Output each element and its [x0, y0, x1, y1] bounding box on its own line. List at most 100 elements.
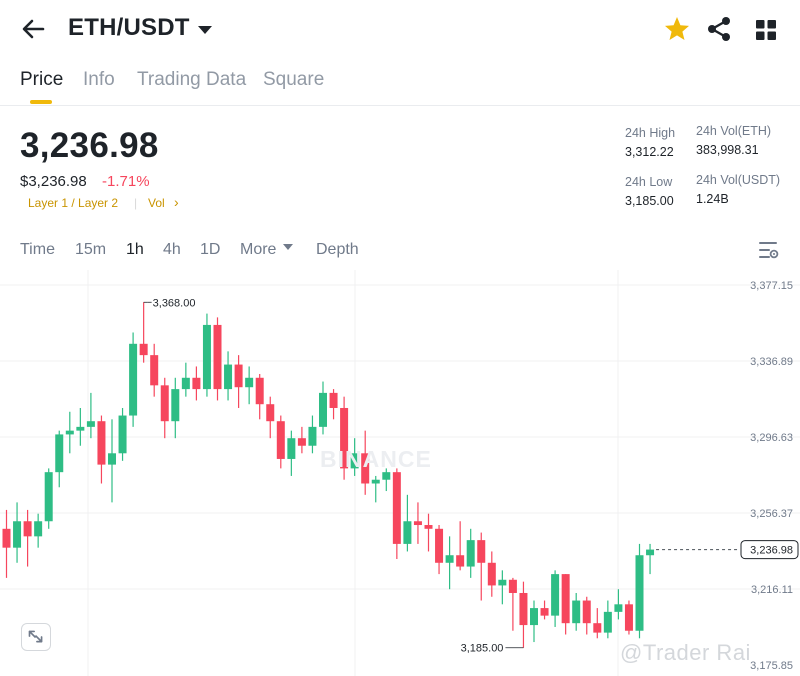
candle-body — [603, 611, 612, 633]
vol-usdt-value: 1.24B — [696, 192, 729, 206]
y-tick-label: 3,256.37 — [750, 508, 793, 520]
grid-menu-icon[interactable] — [753, 17, 779, 43]
top-bar: ETH/USDT — [0, 0, 800, 62]
interval-15m[interactable]: 15m — [75, 241, 106, 259]
candle-body — [65, 430, 74, 435]
candle-body — [498, 579, 507, 586]
interval-1d[interactable]: 1D — [200, 241, 220, 259]
interval-1h[interactable]: 1h — [126, 241, 144, 259]
candle-body — [593, 623, 602, 633]
chevron-right-icon[interactable]: › — [174, 194, 179, 210]
candle-body — [266, 404, 275, 422]
candle-body — [213, 324, 222, 390]
expand-icon — [28, 630, 43, 643]
candle-body — [34, 521, 43, 537]
candle-body — [392, 472, 401, 544]
price-change: -1.71% — [102, 173, 150, 190]
candlestick-chart[interactable]: 3,377.15 3,336.89 3,296.63 3,256.37 3,216.11… — [0, 270, 800, 676]
chart-settings-icon[interactable] — [756, 239, 780, 261]
candle-body — [646, 549, 655, 556]
candle-body — [171, 389, 180, 422]
candle-body — [2, 528, 11, 548]
candle-body — [297, 438, 306, 446]
share-icon[interactable] — [706, 16, 732, 42]
pair-title[interactable]: ETH/USDT — [68, 14, 190, 42]
tab-price[interactable]: Price — [20, 69, 63, 91]
candle-body — [234, 364, 243, 388]
usd-price: $3,236.98 — [20, 173, 87, 190]
candle-body — [445, 555, 454, 563]
caret-down-icon[interactable] — [283, 244, 293, 250]
candle-body — [23, 521, 32, 537]
candle-body — [245, 377, 254, 388]
candle-body — [13, 521, 22, 548]
candle-body — [181, 377, 190, 390]
candle-body — [192, 377, 201, 390]
candle-body — [540, 608, 549, 616]
high-label: 24h High — [625, 126, 676, 140]
high-value: 3,312.22 — [625, 145, 674, 159]
candle-body — [76, 426, 85, 431]
candle-body — [319, 392, 327, 427]
candle-body — [224, 364, 233, 390]
candle-body — [624, 604, 633, 631]
candle-body — [477, 540, 486, 563]
back-arrow-icon[interactable] — [18, 14, 48, 44]
tab-trading-data[interactable]: Trading Data — [137, 69, 246, 91]
interval-more[interactable]: More — [240, 241, 276, 259]
candle-body — [108, 453, 116, 465]
candle-body — [508, 579, 517, 593]
candle-body — [129, 343, 138, 416]
y-tick-label: 3,377.15 — [750, 280, 793, 292]
vol-eth-value: 383,998.31 — [696, 143, 759, 157]
interval-time[interactable]: Time — [20, 241, 55, 259]
candle-body — [139, 343, 148, 356]
candle-body — [466, 540, 475, 567]
active-tab-indicator — [30, 100, 52, 104]
candle-body — [86, 421, 95, 427]
candle-body — [551, 574, 560, 616]
caret-down-icon[interactable] — [196, 18, 214, 40]
candle-body — [308, 426, 317, 446]
brand-watermark: BINANCE — [320, 446, 432, 472]
interval-bar: Time 15m 1h 4h 1D More Depth — [0, 232, 800, 268]
last-price-label: 3,236.98 — [750, 545, 793, 557]
depth-tab[interactable]: Depth — [316, 241, 359, 259]
tab-info[interactable]: Info — [83, 69, 115, 91]
interval-4h[interactable]: 4h — [163, 241, 181, 259]
candle-body — [150, 355, 159, 386]
tag-vol[interactable]: Vol — [148, 196, 165, 210]
candle-body — [44, 472, 53, 522]
candle-body — [403, 521, 412, 544]
candle-body — [160, 385, 169, 422]
candle-body — [255, 377, 264, 405]
candle-body — [287, 438, 296, 459]
candle-body — [413, 521, 422, 526]
y-tick-label: 3,336.89 — [750, 356, 793, 368]
y-tick-label: 3,175.85 — [750, 660, 793, 672]
candle-body — [435, 528, 444, 563]
tab-square[interactable]: Square — [263, 69, 324, 91]
candle-body — [487, 562, 496, 586]
candle-body — [561, 574, 570, 624]
candle-body — [424, 525, 433, 529]
candle-body — [55, 434, 64, 473]
low-label: 24h Low — [625, 175, 673, 189]
candle-body — [530, 608, 538, 626]
tag-divider: | — [134, 196, 138, 210]
tag-layer[interactable]: Layer 1 / Layer 2 — [28, 196, 118, 210]
candle-body — [614, 604, 623, 612]
candle-body — [635, 555, 644, 631]
candle-body — [519, 592, 528, 626]
star-icon[interactable] — [663, 15, 691, 43]
candle-body — [118, 415, 127, 454]
candle-body — [456, 555, 465, 567]
low-annotation: 3,185.00 — [461, 643, 504, 655]
candle-body — [276, 421, 285, 459]
y-tick-label: 3,296.63 — [750, 432, 793, 444]
last-price: 3,236.98 — [20, 126, 159, 165]
candle-body — [97, 421, 106, 465]
author-watermark: @Trader Rai — [620, 640, 751, 665]
high-annotation: 3,368.00 — [153, 297, 196, 309]
expand-chart-button[interactable] — [21, 623, 51, 651]
